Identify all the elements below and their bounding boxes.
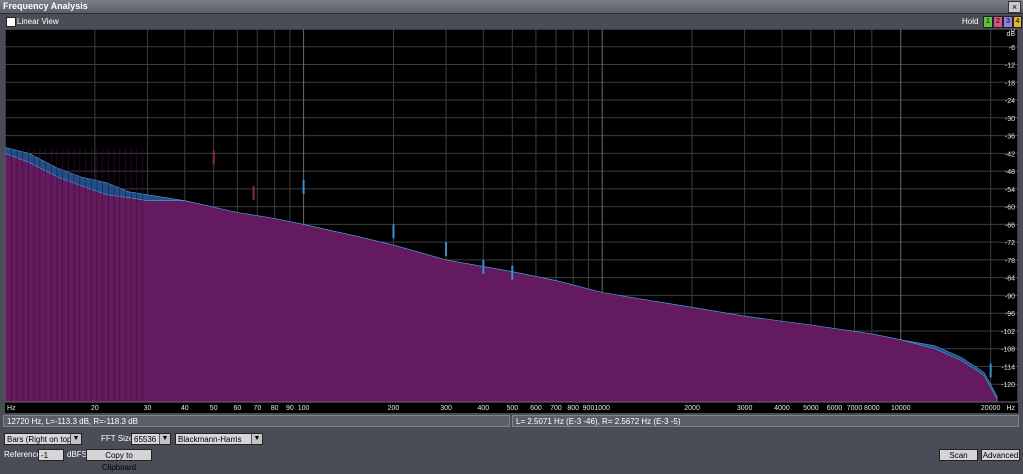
- x-tick-label: 8000: [864, 405, 880, 412]
- copy-to-clipboard-button[interactable]: Copy to Clipboard: [86, 449, 152, 472]
- hold-button-2[interactable]: 2: [993, 16, 1003, 28]
- x-tick-label: 200: [388, 405, 400, 412]
- window-function-value: Blackmann-Harris: [178, 435, 242, 444]
- y-tick-label: -96: [1005, 311, 1015, 318]
- x-tick-label: 100: [298, 405, 310, 412]
- reference-unit: dBFS: [67, 450, 88, 459]
- display-mode-select[interactable]: Bars (Right on top) ▼: [4, 433, 82, 445]
- x-tick-label: 70: [253, 405, 261, 412]
- x-tick-label: 60: [233, 405, 241, 412]
- y-tick-label: -72: [1005, 240, 1015, 247]
- y-tick-label: 0: [1011, 29, 1015, 34]
- x-tick-label: 50: [210, 405, 218, 412]
- close-button[interactable]: ×: [1008, 1, 1021, 13]
- x-tick-label: 300: [440, 405, 452, 412]
- y-tick-label: -48: [1005, 169, 1015, 176]
- y-tick-label: -6: [1009, 45, 1015, 52]
- toolbar: Linear View Hold 1 2 3 4: [0, 14, 1023, 29]
- x-tick-label: 20: [91, 405, 99, 412]
- chevron-down-icon: ▼: [159, 434, 170, 444]
- fft-size-select[interactable]: 65536 ▼: [131, 433, 171, 445]
- hold-button-1[interactable]: 1: [983, 16, 993, 28]
- y-tick-label: -42: [1005, 151, 1015, 158]
- scan-button[interactable]: Scan: [939, 449, 978, 461]
- y-tick-label: -108: [1001, 347, 1015, 354]
- fft-size-value: 65536: [134, 435, 157, 444]
- x-tick-label: 80: [271, 405, 279, 412]
- chevron-down-icon: ▼: [70, 434, 81, 444]
- x-tick-label: 1000: [594, 405, 610, 412]
- fft-size-label: FFT Size: [101, 434, 134, 443]
- x-tick-label: 500: [506, 405, 518, 412]
- x-tick-label: 400: [478, 405, 490, 412]
- y-tick-label: -12: [1005, 63, 1015, 70]
- x-tick-label: 900: [583, 405, 595, 412]
- display-mode-value: Bars (Right on top): [7, 435, 75, 444]
- y-tick-label: -78: [1005, 258, 1015, 265]
- y-tick-label: -18: [1005, 80, 1015, 87]
- x-tick-label: 5000: [803, 405, 819, 412]
- window-title: Frequency Analysis: [3, 1, 88, 11]
- reference-label: Reference: [4, 450, 41, 459]
- linear-view-label: Linear View: [17, 17, 59, 26]
- y-tick-label: -24: [1005, 98, 1015, 105]
- x-tick-label: 800: [567, 405, 579, 412]
- x-tick-label: 20000: [981, 405, 1001, 412]
- y-tick-label: -114: [1002, 364, 1016, 371]
- status-peak-readout: L= 2.5071 Hz (E-3 -46), R= 2.5672 Hz (E-…: [512, 415, 1019, 427]
- y-tick-label: -90: [1005, 293, 1015, 300]
- spectrum-chart[interactable]: Hz Hz 20 30 40 50 60 70 80 90 100 200 300 400 500 600 70…: [5, 29, 1018, 413]
- status-cursor-readout: 12720 Hz, L=-113.3 dB, R=-118.3 dB: [3, 415, 510, 427]
- y-tick-label: -36: [1005, 134, 1015, 141]
- advanced-button[interactable]: Advanced: [981, 449, 1020, 461]
- y-tick-label: -84: [1005, 276, 1015, 283]
- x-unit-right: Hz: [1006, 405, 1015, 412]
- x-tick-label: 10000: [891, 405, 911, 412]
- x-tick-label: 2000: [684, 405, 700, 412]
- y-tick-label: -102: [1001, 329, 1015, 336]
- x-tick-label: 7000: [847, 405, 863, 412]
- x-tick-label: 700: [550, 405, 562, 412]
- x-unit-left: Hz: [7, 405, 16, 412]
- x-tick-label: 90: [286, 405, 294, 412]
- window-function-select[interactable]: Blackmann-Harris ▼: [175, 433, 263, 445]
- y-tick-label: -66: [1005, 222, 1015, 229]
- title-bar: Frequency Analysis ×: [0, 0, 1023, 14]
- y-tick-label: -60: [1005, 205, 1015, 212]
- x-tick-label: 30: [144, 405, 152, 412]
- hold-label: Hold: [962, 17, 979, 26]
- x-tick-label: 4000: [774, 405, 790, 412]
- x-tick-label: 6000: [827, 405, 843, 412]
- x-tick-label: 3000: [737, 405, 753, 412]
- hold-button-3[interactable]: 3: [1003, 16, 1013, 28]
- hold-button-4[interactable]: 4: [1013, 16, 1022, 28]
- x-tick-label: 40: [181, 405, 189, 412]
- y-tick-label: -30: [1005, 116, 1015, 123]
- linear-view-checkbox[interactable]: [6, 17, 16, 27]
- chevron-down-icon: ▼: [251, 434, 262, 444]
- x-tick-label: 600: [530, 405, 542, 412]
- reference-input[interactable]: -1: [38, 449, 64, 461]
- y-tick-label: -54: [1005, 187, 1015, 194]
- y-tick-label: -120: [1001, 382, 1015, 389]
